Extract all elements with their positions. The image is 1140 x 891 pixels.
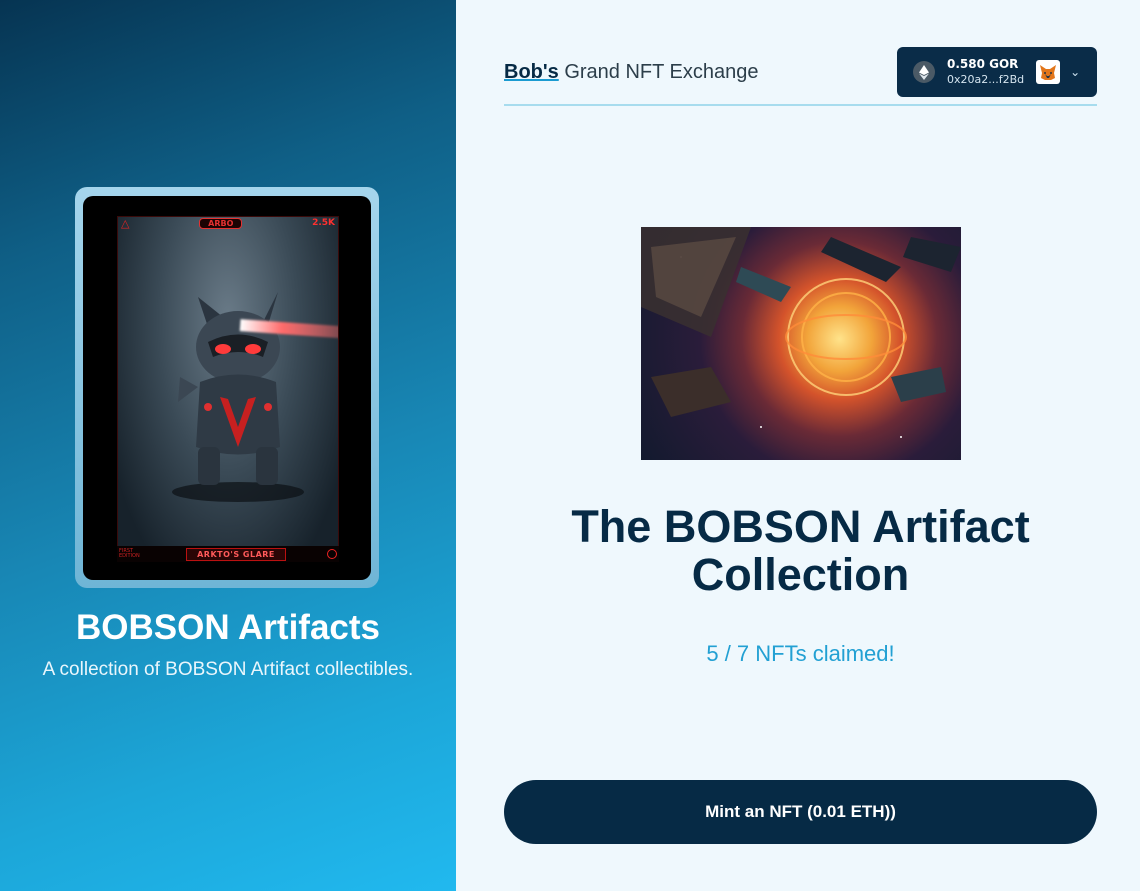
nft-card-image: △ ARBO 2.5K FIRST EDITION ARKTO'S GLARE — [83, 196, 371, 580]
collection-title: BOBSON Artifacts — [75, 608, 381, 647]
card-count: 2.5K — [312, 218, 335, 228]
wallet-info: 0.580 GOR 0x20a2...f2Bd — [947, 56, 1024, 88]
claimed-count: 5 / 7 NFTs claimed! — [706, 641, 895, 666]
wallet-button[interactable]: 0.580 GOR 0x20a2...f2Bd ⌄ — [897, 47, 1097, 97]
collection-panel: △ ARBO 2.5K FIRST EDITION ARKTO'S GLARE … — [0, 0, 456, 891]
card-badge: ARBO — [199, 217, 243, 229]
brand-title: Bob's Grand NFT Exchange — [504, 61, 759, 84]
card-top-bar: △ ARBO 2.5K — [117, 214, 339, 232]
card-edition: FIRST EDITION — [119, 548, 140, 559]
brand-link[interactable]: Bob's — [504, 61, 559, 83]
metamask-fox-icon — [1036, 60, 1061, 84]
ethereum-icon — [913, 61, 935, 83]
wallet-address: 0x20a2...f2Bd — [947, 73, 1025, 86]
collection-description: A collection of BOBSON Artifact collecti… — [42, 659, 414, 680]
collection-banner-image — [641, 227, 961, 460]
nft-card: △ ARBO 2.5K FIRST EDITION ARKTO'S GLARE — [75, 187, 379, 588]
card-name: ARKTO'S GLARE — [186, 547, 286, 561]
wallet-balance: 0.580 GOR — [947, 57, 1019, 71]
chevron-down-icon: ⌄ — [1070, 65, 1081, 79]
brand-subtitle: Grand NFT Exchange — [558, 61, 759, 83]
card-emblem-icon — [326, 549, 337, 559]
warning-triangle-icon: △ — [121, 216, 130, 230]
creature-illustration — [172, 292, 304, 502]
header: Bob's Grand NFT Exchange 0.580 GOR 0x20a… — [504, 47, 1097, 106]
mint-panel: Bob's Grand NFT Exchange 0.580 GOR 0x20a… — [456, 0, 1140, 891]
page-title: The BOBSON Artifact Collection — [571, 501, 1030, 600]
card-bottom-bar: FIRST EDITION ARKTO'S GLARE — [117, 546, 339, 562]
card-artwork — [117, 216, 339, 562]
mint-button[interactable]: Mint an NFT (0.01 ETH)) — [504, 780, 1097, 844]
